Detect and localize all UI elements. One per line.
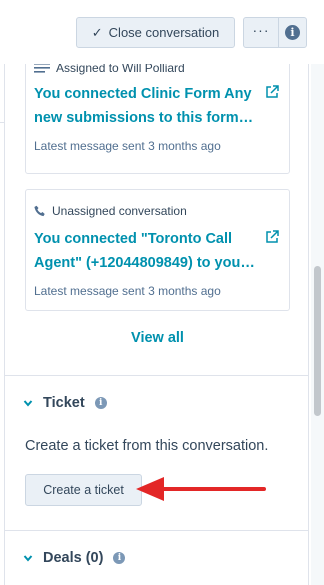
create-ticket-button[interactable]: Create a ticket [25, 474, 142, 506]
close-conversation-label: Close conversation [108, 25, 220, 40]
ticket-description: Create a ticket from this conversation. [25, 438, 269, 454]
help-icon[interactable]: i [113, 552, 126, 564]
scrollbar[interactable] [311, 64, 324, 585]
external-link-icon[interactable] [265, 85, 279, 99]
title-line: Agent" (+12044809849) to you… [34, 255, 255, 271]
conversation-title-link[interactable]: You connected Clinic Form Any new submis… [34, 82, 262, 130]
card-assignee: Assigned to Will Polliard [56, 64, 185, 75]
conversation-toolbar: ✓ Close conversation ··· i [0, 0, 324, 64]
title-line: new submissions to this form… [34, 110, 254, 126]
lines-icon [34, 64, 50, 73]
help-icon[interactable]: i [94, 397, 107, 409]
card-meta: Assigned to Will Polliard [34, 64, 185, 75]
title-line: You connected Clinic Form Any [34, 86, 252, 102]
more-options-button[interactable]: ··· [244, 22, 278, 38]
card-meta: Unassigned conversation [34, 204, 187, 218]
sidebar-panel: Assigned to Will Polliard You connected … [4, 64, 309, 585]
close-conversation-button[interactable]: ✓ Close conversation [76, 17, 235, 48]
deals-section-title: Deals (0) [43, 550, 104, 566]
scrollbar-thumb[interactable] [314, 266, 321, 416]
card-assignee: Unassigned conversation [52, 204, 187, 218]
section-divider [5, 375, 308, 376]
external-link-icon[interactable] [265, 230, 279, 244]
toolbar-actions-group: ··· i [243, 17, 307, 48]
conversation-card[interactable]: Assigned to Will Polliard You connected … [25, 64, 290, 174]
card-footer: Latest message sent 3 months ago [34, 284, 221, 298]
title-line: You connected "Toronto Call [34, 231, 233, 247]
section-divider [5, 530, 308, 531]
phone-icon [34, 205, 45, 217]
deals-section-header[interactable]: Deals (0) i [23, 550, 126, 566]
conversation-card[interactable]: Unassigned conversation You connected "T… [25, 189, 290, 311]
check-icon: ✓ [91, 24, 103, 40]
ticket-section-title: Ticket [43, 395, 85, 411]
annotation-arrow-icon [136, 477, 266, 501]
info-icon: i [285, 25, 300, 40]
conversation-title-link[interactable]: You connected "Toronto Call Agent" (+120… [34, 227, 262, 275]
ticket-section-header[interactable]: Ticket i [23, 395, 107, 411]
info-button[interactable]: i [279, 25, 306, 40]
chevron-down-icon [23, 555, 33, 562]
card-footer: Latest message sent 3 months ago [34, 139, 221, 153]
chevron-down-icon [23, 400, 33, 407]
view-all-link[interactable]: View all [5, 330, 308, 346]
